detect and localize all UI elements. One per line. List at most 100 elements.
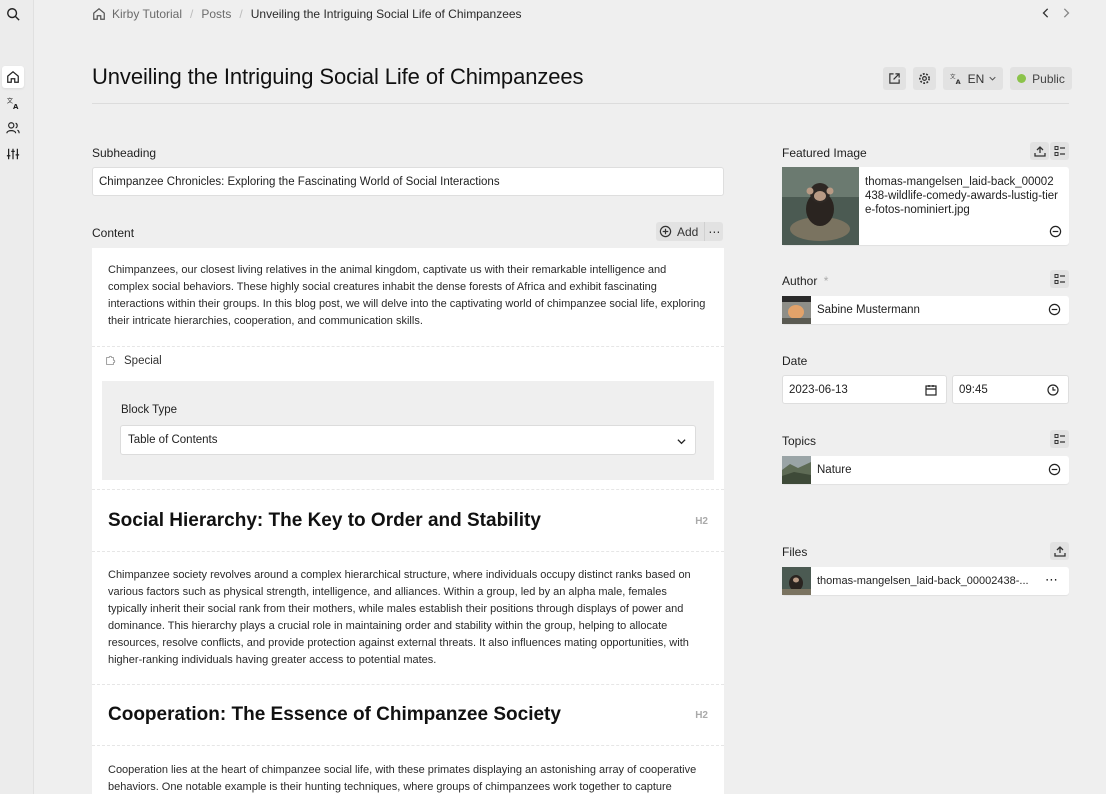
upload-icon — [1053, 546, 1066, 557]
settings-button[interactable] — [913, 67, 936, 90]
featured-image-label: Featured Image — [782, 146, 867, 160]
prev-page-icon[interactable] — [1040, 7, 1052, 19]
breadcrumb-separator: / — [239, 7, 243, 21]
topic-thumbnail — [782, 456, 811, 484]
breadcrumb: Kirby Tutorial / Posts / Unveiling the I… — [92, 6, 522, 22]
content-actions: Add ⋯ — [656, 222, 724, 241]
checklist-icon — [1054, 146, 1065, 156]
external-link-icon — [889, 73, 900, 84]
upload-icon — [1033, 146, 1046, 157]
status-dot-icon — [1017, 74, 1027, 83]
block-divider — [92, 745, 724, 746]
block-type-value: Table of Contents — [128, 434, 218, 446]
gear-icon — [919, 73, 930, 84]
page-pagination — [1040, 7, 1072, 19]
site-home-icon[interactable] — [2, 66, 24, 88]
remove-icon[interactable] — [1048, 463, 1061, 476]
featured-image-filename: thomas-mangelsen_laid-back_00002438-wild… — [865, 176, 1059, 216]
date-value: 2023-06-13 — [789, 383, 848, 396]
calendar-icon[interactable] — [925, 384, 937, 396]
time-value: 09:45 — [959, 383, 988, 396]
plus-circle-icon — [659, 225, 672, 238]
add-block-button[interactable]: Add — [656, 222, 706, 241]
translate-icon: 文A — [950, 73, 961, 86]
page-title[interactable]: Unveiling the Intriguing Social Life of … — [92, 64, 584, 90]
languages-icon[interactable]: 文A — [2, 92, 24, 114]
files-label: Files — [782, 545, 808, 559]
featured-image-card[interactable]: thomas-mangelsen_laid-back_00002438-wild… — [782, 167, 1069, 245]
select-author-button[interactable] — [1050, 270, 1069, 288]
app-sidebar: 文A — [0, 0, 34, 794]
upload-button[interactable] — [1030, 142, 1049, 160]
intro-paragraph[interactable]: Chimpanzees, our closest living relative… — [108, 262, 708, 330]
special-block-body: Block Type Table of Contents — [102, 381, 714, 480]
file-options-button[interactable]: ⋯ — [1045, 572, 1058, 588]
users-icon[interactable] — [2, 117, 24, 139]
breadcrumb-separator: / — [190, 7, 194, 21]
upload-file-button[interactable] — [1050, 542, 1069, 560]
heading-level-badge[interactable]: H2 — [695, 710, 708, 721]
heading-level-badge[interactable]: H2 — [695, 516, 708, 527]
author-avatar — [782, 296, 811, 324]
system-settings-icon[interactable] — [2, 143, 24, 165]
next-page-icon[interactable] — [1060, 7, 1072, 19]
special-block-header[interactable]: Special — [104, 355, 162, 367]
checklist-icon — [1054, 274, 1065, 284]
select-files-button[interactable] — [1050, 142, 1069, 160]
author-label: Author * — [782, 274, 828, 288]
author-card[interactable]: Sabine Mustermann — [782, 296, 1069, 324]
topic-name: Nature — [817, 464, 852, 476]
breadcrumb-site[interactable]: Kirby Tutorial — [112, 7, 182, 21]
home-icon[interactable] — [92, 7, 106, 21]
date-label: Date — [782, 354, 808, 368]
breadcrumb-posts[interactable]: Posts — [201, 7, 231, 21]
block-divider — [92, 684, 724, 685]
add-label: Add — [677, 224, 699, 239]
clock-icon[interactable] — [1047, 384, 1059, 396]
subheading-input[interactable]: Chimpanzee Chronicles: Exploring the Fas… — [92, 167, 724, 196]
block-divider — [92, 346, 724, 347]
content-label: Content — [92, 226, 135, 240]
chimpanzee-thumbnail — [782, 167, 859, 245]
select-topics-button[interactable] — [1050, 430, 1069, 448]
chevron-down-icon — [677, 439, 686, 445]
topics-label: Topics — [782, 434, 817, 448]
heading-block-2[interactable]: Cooperation: The Essence of Chimpanzee S… — [108, 704, 561, 726]
language-label: EN — [967, 71, 985, 86]
checklist-icon — [1054, 434, 1065, 444]
block-divider — [92, 551, 724, 552]
status-button[interactable]: Public — [1010, 67, 1072, 90]
topic-card[interactable]: Nature — [782, 456, 1069, 484]
breadcrumb-current[interactable]: Unveiling the Intriguing Social Life of … — [251, 7, 522, 21]
title-divider — [92, 103, 1069, 104]
time-input[interactable]: 09:45 — [952, 375, 1069, 404]
block-type-select[interactable]: Table of Contents — [120, 425, 696, 455]
file-card[interactable]: thomas-mangelsen_laid-back_00002438-... … — [782, 567, 1069, 595]
author-label-text: Author — [782, 274, 818, 288]
file-name: thomas-mangelsen_laid-back_00002438-... — [817, 575, 1029, 587]
language-selector[interactable]: 文A EN — [943, 67, 1003, 90]
heading-block-1[interactable]: Social Hierarchy: The Key to Order and S… — [108, 510, 541, 532]
subheading-value: Chimpanzee Chronicles: Exploring the Fas… — [99, 175, 500, 188]
search-icon[interactable] — [2, 3, 24, 25]
subheading-label: Subheading — [92, 146, 157, 160]
author-name: Sabine Mustermann — [817, 304, 920, 316]
date-input[interactable]: 2023-06-13 — [782, 375, 947, 404]
required-mark: * — [823, 274, 829, 288]
file-thumbnail — [782, 567, 811, 595]
remove-icon[interactable] — [1048, 303, 1061, 316]
block-type-label: Block Type — [121, 404, 178, 416]
status-label: Public — [1032, 71, 1065, 86]
page-toolbar: 文A EN Public — [883, 67, 1072, 90]
paragraph-block-2[interactable]: Cooperation lies at the heart of chimpan… — [108, 762, 708, 794]
svg-text:A: A — [13, 103, 19, 110]
puzzle-icon — [106, 355, 116, 365]
chevron-down-icon — [989, 76, 996, 81]
block-divider — [92, 489, 724, 490]
blocks-editor: Chimpanzees, our closest living relative… — [92, 248, 724, 794]
svg-text:A: A — [955, 78, 960, 85]
paragraph-block-1[interactable]: Chimpanzee society revolves around a com… — [108, 567, 708, 669]
content-more-button[interactable]: ⋯ — [705, 225, 723, 239]
remove-icon[interactable] — [1049, 225, 1062, 238]
open-preview-button[interactable] — [883, 67, 906, 90]
